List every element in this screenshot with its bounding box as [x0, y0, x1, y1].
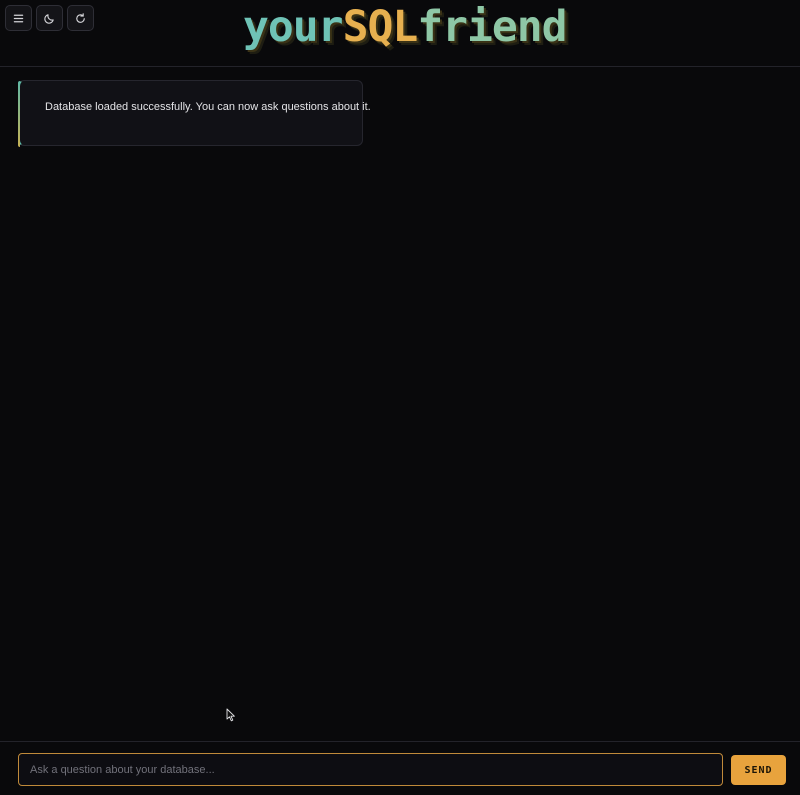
- theme-toggle-button[interactable]: [36, 5, 63, 31]
- chat-area: Database loaded successfully. You can no…: [0, 67, 800, 741]
- system-message: Database loaded successfully. You can no…: [18, 80, 371, 147]
- menu-button[interactable]: [5, 5, 32, 31]
- composer-bar: SEND: [0, 741, 800, 795]
- app-logo-title: yourSQLfriend: [243, 2, 568, 52]
- logo-part-your: your: [243, 2, 344, 52]
- message-text: Database loaded successfully. You can no…: [45, 101, 371, 113]
- send-button[interactable]: SEND: [731, 755, 786, 785]
- reset-button[interactable]: [67, 5, 94, 31]
- logo-part-sql: SQL: [342, 2, 419, 52]
- question-input[interactable]: [18, 753, 723, 786]
- logo-part-friend: friend: [417, 2, 567, 52]
- menu-icon: [12, 12, 25, 25]
- moon-icon: [43, 12, 56, 25]
- app-window: yourSQLfriend Database loaded successful…: [0, 0, 800, 795]
- header: yourSQLfriend: [0, 0, 800, 67]
- mouse-cursor-icon: [226, 708, 235, 722]
- refresh-icon: [74, 12, 87, 25]
